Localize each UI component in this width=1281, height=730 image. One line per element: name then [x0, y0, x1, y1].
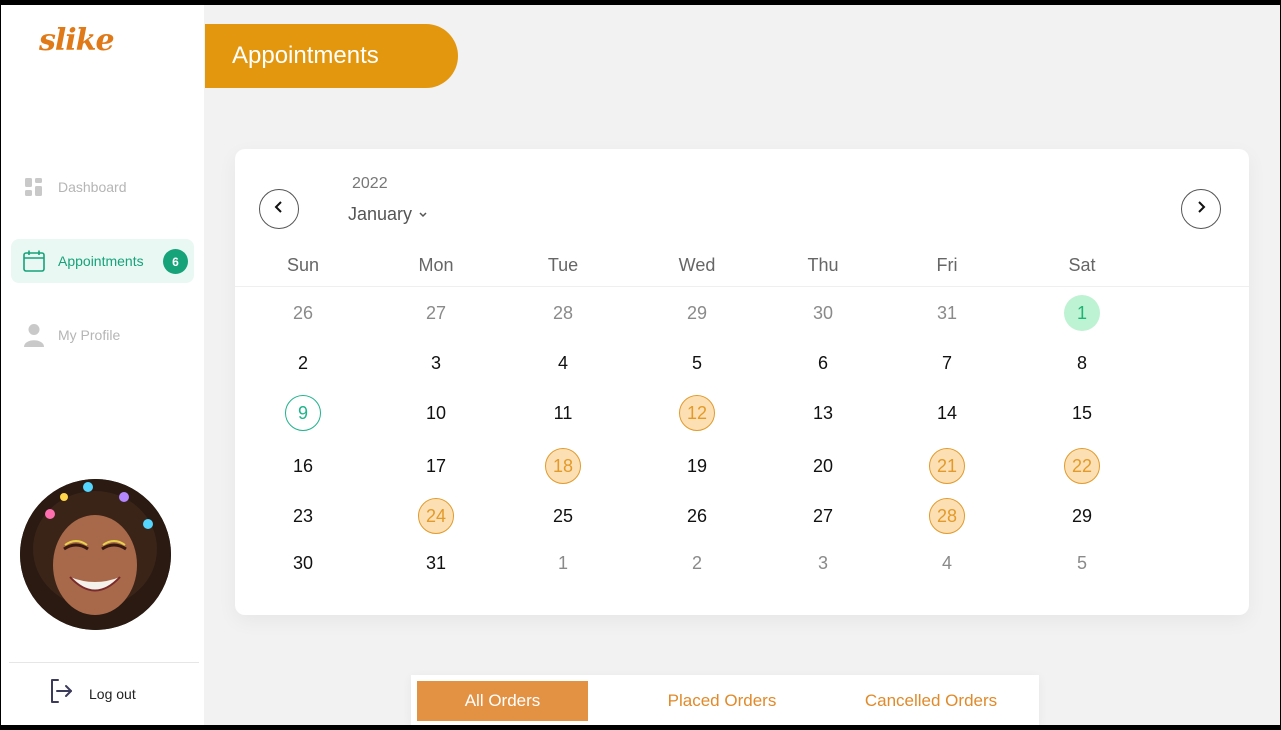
weekday-sat: Sat [1068, 255, 1096, 275]
orders-tabs: All Orders Placed Orders Cancelled Order… [411, 675, 1039, 725]
calendar-day[interactable]: 3 [418, 345, 454, 381]
calendar-day[interactable]: 9 [285, 395, 321, 431]
calendar-day[interactable]: 30 [805, 295, 841, 331]
weekday-divider [235, 286, 1249, 287]
weekday-thu: Thu [807, 255, 839, 275]
calendar-year: 2022 [352, 175, 388, 192]
tab-all-orders[interactable]: All Orders [417, 681, 588, 721]
weekday-sun: Sun [286, 255, 320, 275]
brand-logo[interactable]: slike [39, 23, 115, 58]
page-title: Appointments [205, 24, 458, 88]
sidebar-item-dashboard[interactable]: Dashboard [11, 165, 194, 209]
sidebar-divider [9, 662, 199, 663]
logout-icon [49, 678, 73, 709]
calendar-day[interactable]: 8 [1064, 345, 1100, 381]
appointments-count-badge: 6 [163, 249, 188, 274]
calendar-day[interactable]: 5 [1064, 545, 1100, 581]
sidebar-item-label: Dashboard [58, 179, 127, 195]
chevron-left-icon [273, 200, 285, 219]
sidebar: slike Dashboard Appointments 6 My Profil… [1, 5, 204, 725]
calendar-day[interactable]: 31 [418, 545, 454, 581]
calendar-day[interactable]: 25 [545, 498, 581, 534]
calendar-day[interactable]: 28 [545, 295, 581, 331]
profile-avatar[interactable] [20, 479, 171, 630]
next-month-button[interactable] [1181, 189, 1221, 229]
calendar-day[interactable]: 26 [679, 498, 715, 534]
calendar-day[interactable]: 3 [805, 545, 841, 581]
logout-button[interactable]: Log out [49, 678, 136, 709]
month-select[interactable]: January [348, 204, 428, 225]
calendar-day[interactable]: 4 [929, 545, 965, 581]
weekday-mon: Mon [418, 255, 454, 275]
calendar-icon [22, 249, 46, 273]
calendar-day[interactable]: 31 [929, 295, 965, 331]
calendar-day[interactable]: 30 [285, 545, 321, 581]
calendar-day-appointment[interactable]: 24 [418, 498, 454, 534]
calendar-day[interactable]: 4 [545, 345, 581, 381]
calendar-day-appointment[interactable]: 21 [929, 448, 965, 484]
calendar-day[interactable]: 23 [285, 498, 321, 534]
calendar-day-appointment[interactable]: 12 [679, 395, 715, 431]
calendar-day-appointment[interactable]: 22 [1064, 448, 1100, 484]
calendar-day[interactable]: 5 [679, 345, 715, 381]
logout-label: Log out [89, 685, 136, 702]
calendar-day[interactable]: 2 [679, 545, 715, 581]
calendar-day[interactable]: 20 [805, 448, 841, 484]
calendar-day-appointment[interactable]: 18 [545, 448, 581, 484]
calendar-day[interactable]: 29 [1064, 498, 1100, 534]
user-icon [22, 323, 46, 347]
calendar-day[interactable]: 29 [679, 295, 715, 331]
sidebar-item-label: My Profile [58, 327, 121, 343]
calendar-day[interactable]: 27 [805, 498, 841, 534]
weekday-fri: Fri [936, 255, 958, 275]
calendar-day[interactable]: 1 [1064, 295, 1100, 331]
calendar-day[interactable]: 27 [418, 295, 454, 331]
tab-cancelled-orders[interactable]: Cancelled Orders [841, 681, 1021, 721]
chevron-right-icon [1195, 200, 1207, 219]
calendar-card: 2022 January Sun Mon Tue Wed Thu Fri Sat 26 27 2… [235, 149, 1249, 615]
calendar-day[interactable]: 1 [545, 545, 581, 581]
calendar-day[interactable]: 16 [285, 448, 321, 484]
weekday-wed: Wed [678, 255, 716, 275]
calendar-day[interactable]: 11 [545, 395, 581, 431]
calendar-day[interactable]: 15 [1064, 395, 1100, 431]
calendar-day[interactable]: 2 [285, 345, 321, 381]
chevron-down-icon [418, 211, 428, 219]
calendar-day[interactable]: 13 [805, 395, 841, 431]
calendar-day[interactable]: 19 [679, 448, 715, 484]
app-window: slike Dashboard Appointments 6 My Profil… [1, 5, 1280, 725]
calendar-day-appointment[interactable]: 28 [929, 498, 965, 534]
calendar-day[interactable]: 26 [285, 295, 321, 331]
weekday-tue: Tue [547, 255, 579, 275]
prev-month-button[interactable] [259, 189, 299, 229]
sidebar-item-my-profile[interactable]: My Profile [11, 313, 194, 357]
calendar-day[interactable]: 10 [418, 395, 454, 431]
calendar-day[interactable]: 7 [929, 345, 965, 381]
sidebar-item-appointments[interactable]: Appointments 6 [11, 239, 194, 283]
month-label: January [348, 204, 413, 224]
calendar-day[interactable]: 6 [805, 345, 841, 381]
tab-placed-orders[interactable]: Placed Orders [641, 681, 803, 721]
sidebar-item-label: Appointments [58, 253, 144, 269]
calendar-day[interactable]: 17 [418, 448, 454, 484]
calendar-day[interactable]: 14 [929, 395, 965, 431]
dashboard-icon [22, 175, 46, 199]
